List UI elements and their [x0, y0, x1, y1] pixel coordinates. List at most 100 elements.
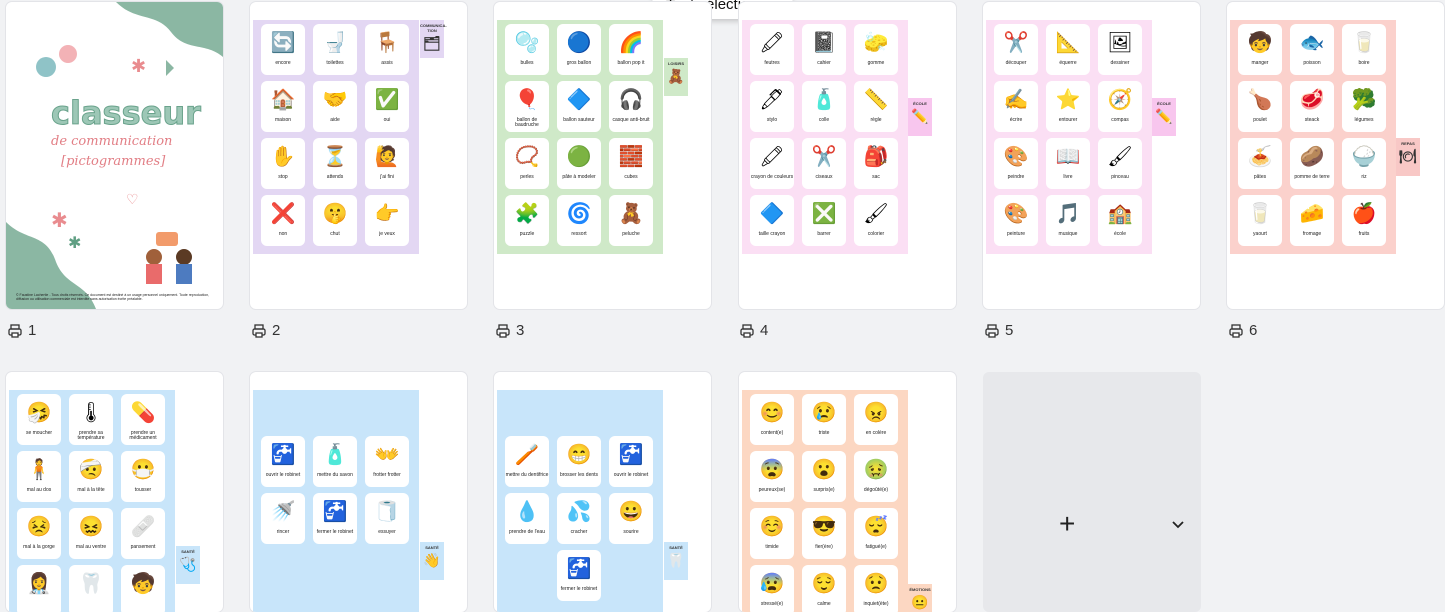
pictogram-label: stylo [766, 117, 778, 123]
pictogram-card: 🤢 dégoûté(e) [854, 451, 898, 502]
pictogram-image: ✂️ [1003, 32, 1029, 54]
page-thumbnail-3[interactable]: 🫧 bulles 🔵 gros ballon 🌈 ballon pop it 🎈 ballon… [494, 2, 711, 309]
pictogram-card: 🎨 peinture [994, 195, 1038, 246]
category-tab-label: SANTÉ [425, 545, 439, 550]
pictogram-label: toilettes [326, 60, 344, 66]
pictogram-label: ballon pop it [617, 60, 645, 66]
pictogram-image: 🖌 [1107, 146, 1133, 168]
pictogram-card: 🖊 stylo [750, 81, 794, 132]
category-tab: ÉMOTIONS 😐 [908, 584, 932, 612]
pictogram-card: 🎈 ballon de baudruche [505, 81, 549, 132]
pictogram-card: ✂️ ciseaux [802, 138, 846, 189]
pictogram-card: 🚿 rincer [261, 493, 305, 544]
pictogram-image: 🎒 [863, 146, 889, 168]
pictogram-label: cracher [570, 529, 588, 535]
printer-icon [740, 323, 754, 338]
pictogram-image: 🥔 [1299, 146, 1325, 168]
pictogram-label: colle [818, 117, 830, 123]
pictogram-image: 🥛 [1351, 32, 1377, 54]
page-thumbnail-5[interactable]: ✂️ découper 📐 équerre 🖼 dessiner ✍️ écrire ⭐ ento… [983, 2, 1200, 309]
pictogram-image: 🍚 [1351, 146, 1377, 168]
pictogram-label: mal au dos [26, 487, 52, 493]
pictogram-card: 🚰 ouvrir le robinet [261, 436, 305, 487]
category-tab: SANTÉ 🦷 [664, 542, 688, 580]
pictogram-label: fier(ère) [815, 544, 833, 550]
pictogram-label: brosser les dents [559, 472, 599, 478]
page-thumbnail-9[interactable]: 🪥 mettre du dentifrice 😁 brosser les dents 🚰… [494, 372, 711, 612]
pictogram-card: 😌 calme [802, 565, 846, 612]
add-page-button[interactable]: + [1059, 508, 1075, 540]
category-tab: SANTÉ 🩺 [176, 546, 200, 584]
page-thumbnail-8[interactable]: 🚰 ouvrir le robinet 🧴 mettre du savon 👐 frott… [250, 372, 467, 612]
category-icon: 😐 [911, 594, 929, 610]
pictogram-label: non [278, 231, 288, 237]
pictogram-image: ⭐ [1055, 89, 1081, 111]
page-thumbnail-4[interactable]: 🖍 feutres 📓 cahier 🧽 gomme 🖊 stylo 🧴 colle 📏 règle 🖍… [739, 2, 956, 309]
page-thumbnail-6[interactable]: 🧒 manger 🐟 poisson 🥛 boire 🍗 poulet 🥩 steack 🥦 légu… [1227, 2, 1444, 309]
page-thumbnail-7[interactable]: 🤧 se moucher 🌡 prendre sa température 💊 prend… [6, 372, 223, 612]
pictogram-card: ✅ oui [365, 81, 409, 132]
pictogram-image: 🎵 [1055, 203, 1081, 225]
pictogram-card: 🍝 pâtes [1238, 138, 1282, 189]
pictogram-panel: ✂️ découper 📐 équerre 🖼 dessiner ✍️ écrire ⭐ ento… [986, 20, 1152, 254]
pictogram-card: 😠 en colère [854, 394, 898, 445]
page-label-5: 5 [985, 322, 1013, 339]
pictogram-image: 🚿 [270, 501, 296, 523]
chevron-down-icon[interactable] [1171, 520, 1185, 530]
pictogram-image: 🧭 [1107, 89, 1133, 111]
add-page-card[interactable]: + [983, 372, 1201, 612]
pictogram-image: 📓 [811, 32, 837, 54]
pictogram-card: 🍗 poulet [1238, 81, 1282, 132]
pictogram-card: 🧻 essuyer [365, 493, 409, 544]
pictogram-card: 🧴 mettre du savon [313, 436, 357, 487]
category-tab-label: SANTÉ [669, 545, 683, 550]
pictogram-card: 👩‍⚕️ [17, 565, 61, 612]
pictogram-image: 😀 [618, 501, 644, 523]
category-tab: REPAS 🍽 [1396, 138, 1420, 176]
pictogram-label: perles [520, 174, 534, 180]
pictogram-label: tousser [134, 487, 152, 493]
pictogram-label: ressort [571, 231, 587, 237]
page-thumbnail-2[interactable]: 🔄 encore 🚽 toilettes 🪑 assis 🏠 maison 🤝 aide ✅ oui ✋… [250, 2, 467, 309]
pictogram-label: sourire [623, 529, 639, 535]
pictogram-image: 🎨 [1003, 146, 1029, 168]
pictogram-image: 💦 [566, 501, 592, 523]
pictogram-image: 🤢 [863, 459, 889, 481]
pictogram-label: cubes [624, 174, 638, 180]
page-thumbnail-1[interactable]: ✱ ✱ ✱ ♡ classeur de communication [picto… [6, 2, 223, 309]
pictogram-image: 🐟 [1299, 32, 1325, 54]
pictogram-card: 😖 mal au ventre [69, 508, 113, 559]
pictogram-card: 👉 je veux [365, 195, 409, 246]
pictogram-label: sac [872, 174, 880, 180]
pictogram-card: 🪥 mettre du dentifrice [505, 436, 549, 487]
pictogram-label: prendre de l'eau [509, 529, 545, 535]
pictogram-label: colorier [867, 231, 885, 237]
pictogram-image: 🍝 [1247, 146, 1273, 168]
category-icon: 🍽 [1399, 148, 1417, 164]
pictogram-image: 😰 [759, 573, 785, 595]
pictogram-card: 📐 équerre [1046, 24, 1090, 75]
pictogram-card: 🤕 mal à la tête [69, 451, 113, 502]
pictogram-image: 🚰 [270, 444, 296, 466]
pictogram-card: 📖 livre [1046, 138, 1090, 189]
page-thumbnail-10[interactable]: 😊 content(e) 😢 triste 😠 en colère 😨 peureux(se)… [739, 372, 956, 612]
pictogram-card: ❎ barrer [802, 195, 846, 246]
cover-subtitle: de communication [51, 134, 173, 149]
pictogram-card: 🔷 ballon sauteur [557, 81, 601, 132]
pictogram-label: rincer [276, 529, 290, 535]
pictogram-image: 🟢 [566, 146, 592, 168]
pictogram-label: gros ballon [566, 60, 592, 66]
pictogram-card: 🧽 gomme [854, 24, 898, 75]
pictogram-label: pinceau [1111, 174, 1129, 180]
pictogram-panel: 🧒 manger 🐟 poisson 🥛 boire 🍗 poulet 🥩 steack 🥦 légu… [1230, 20, 1396, 254]
pictogram-card: 🩹 pansement [121, 508, 165, 559]
pictogram-image: ✅ [374, 89, 400, 111]
pictogram-label: fermer le robinet [316, 529, 354, 535]
pictogram-label: pomme de terre [1294, 174, 1330, 180]
page-number: 2 [272, 322, 281, 339]
pictogram-card: ⭐ entourer [1046, 81, 1090, 132]
pictogram-card: ✋ stop [261, 138, 305, 189]
pictogram-image: ✍️ [1003, 89, 1029, 111]
pictogram-label: peindre [1007, 174, 1025, 180]
pictogram-card: 😁 brosser les dents [557, 436, 601, 487]
